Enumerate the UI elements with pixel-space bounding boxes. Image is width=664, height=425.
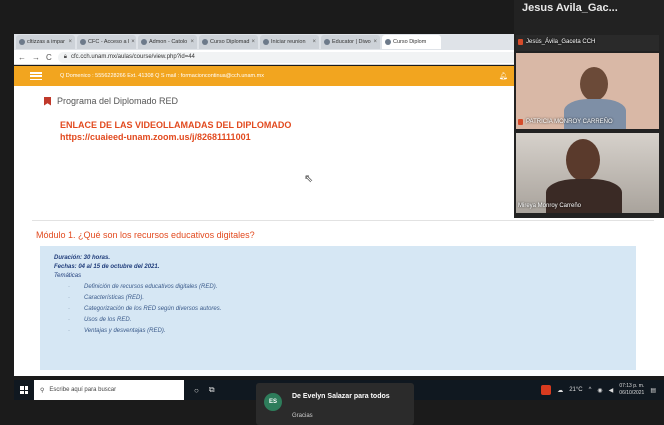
browser-tab[interactable]: CFC - Acceso a l × (77, 35, 136, 49)
tab-label: Curso Diplomad (210, 39, 250, 45)
lock-icon: 🔒︎ (63, 53, 67, 60)
topics-label: Temáticas (54, 273, 82, 279)
tab-label: Iniciar reunion (271, 39, 306, 45)
pdf-app-icon[interactable] (541, 385, 552, 395)
start-button[interactable] (14, 380, 34, 400)
browser-tab[interactable]: Educator | Diwo × (321, 35, 380, 49)
topic-item: Definición de recursos educativos digita… (54, 282, 622, 293)
tab-label: CFC - Acceso a l (88, 39, 130, 45)
chat-message: Gracias (292, 413, 313, 419)
duration-text: Duración: 30 horas. (54, 255, 111, 261)
notification-bell-icon[interactable]: 🔔︎ (499, 72, 508, 80)
temperature-text: 21°C (569, 387, 583, 393)
weather-icon[interactable]: ☁ (557, 387, 563, 394)
menu-icon[interactable] (30, 72, 42, 80)
tab-label: cltizzas a impar (27, 39, 65, 45)
tab-favicon-icon (141, 39, 147, 45)
mic-muted-icon (518, 119, 523, 125)
module-info-box: Duración: 30 horas. Fechas: 04 al 15 de … (40, 246, 636, 370)
system-tray: ☁ 21°C ^ ◉ ◀ 07:13 p. m. 06/10/2021 ▤ (533, 383, 656, 397)
host-name: Jesus Avila_Gac... (522, 2, 618, 14)
url-text: cfc.cch.unam.mx/aulas/course/view.php?id… (70, 54, 195, 60)
participant-label: Jesús_Ávila_Gaceta CCH (518, 39, 595, 45)
video-tile[interactable]: PATRICIA MONROY CARREÑO (516, 53, 659, 129)
program-link[interactable]: Programa del Diplomado RED (44, 96, 178, 106)
tab-favicon-icon (202, 39, 208, 45)
contact-info: Q Domenico : 5556228266 Ext. 41308 Q S m… (60, 73, 264, 79)
reload-icon[interactable]: C (46, 53, 52, 62)
participant-video (566, 139, 600, 181)
close-icon[interactable]: × (68, 39, 72, 45)
section-divider (32, 220, 654, 221)
participant-name: Mireya Monroy Carreño (518, 203, 582, 209)
module-title: Módulo 1. ¿Qué son los recursos educativ… (36, 230, 255, 240)
chat-sender: De Evelyn Salazar para todos (292, 393, 390, 400)
topic-item: Ventajas y desventajas (RED). (54, 326, 622, 337)
clock[interactable]: 07:13 p. m. 06/10/2021 (619, 383, 644, 397)
tray-chevron-icon[interactable]: ^ (589, 387, 592, 393)
participant-label: Mireya Monroy Carreño (518, 203, 581, 209)
close-icon[interactable]: × (131, 39, 135, 45)
site-header: Q Domenico : 5556228266 Ext. 41308 Q S m… (14, 66, 534, 86)
topic-item: Usos de los RED. (54, 315, 622, 326)
close-icon[interactable]: × (251, 39, 255, 45)
screen: cltizzas a impar × CFC - Acceso a l × Admo… (0, 0, 664, 425)
close-icon[interactable]: × (312, 39, 316, 45)
topic-item: Categorización de los RED según diversos… (54, 304, 622, 315)
clock-time: 07:13 p. m. (619, 383, 645, 389)
tab-favicon-icon (80, 39, 86, 45)
participant-name: Jesús_Ávila_Gaceta CCH (526, 39, 596, 45)
notifications-icon[interactable]: ▤ (650, 387, 656, 394)
videocall-link[interactable]: https://cuaieed-unam.zoom.us/j/826811110… (60, 132, 251, 142)
wifi-icon[interactable]: ◉ (597, 387, 602, 394)
mouse-cursor-icon: ⇖ (304, 173, 314, 185)
video-tile[interactable]: Mireya Monroy Carreño (516, 133, 659, 213)
topic-item: Características (RED). (54, 293, 622, 304)
bookmark-icon (44, 96, 51, 106)
cortana-icon[interactable]: ○ (194, 386, 199, 395)
tab-favicon-icon (385, 39, 391, 45)
taskbar-search[interactable]: ⚲ Escribe aquí para buscar (34, 380, 184, 400)
tab-label: Educator | Diwo (332, 39, 371, 45)
mic-muted-icon (518, 39, 523, 45)
browser-tab[interactable]: Iniciar reunion × (260, 35, 319, 49)
program-label: Programa del Diplomado RED (57, 96, 179, 106)
close-icon[interactable]: × (373, 39, 377, 45)
browser-tab[interactable]: Admon - Catolo × (138, 35, 197, 49)
browser-tab[interactable]: cltizzas a impar × (16, 35, 75, 49)
browser-tab[interactable]: Curso Diplomad × (199, 35, 258, 49)
volume-icon[interactable]: ◀ (609, 387, 614, 394)
videocall-heading: ENLACE DE LAS VIDEOLLAMADAS DEL DIPLOMAD… (60, 120, 292, 130)
windows-logo-icon (20, 386, 28, 394)
forward-arrow-icon[interactable]: → (32, 53, 40, 62)
avatar: ES (264, 393, 282, 411)
chat-notification[interactable]: ES De Evelyn Salazar para todos Gracias (256, 383, 414, 425)
back-arrow-icon[interactable]: ← (18, 53, 26, 62)
search-icon: ⚲ (40, 387, 45, 394)
tab-favicon-icon (19, 39, 25, 45)
close-icon[interactable]: × (190, 39, 194, 45)
tab-favicon-icon (324, 39, 330, 45)
tab-label: Curso Diplom (393, 39, 427, 45)
video-panel: Jesus Avila_Gac... Jesús_Ávila_Gaceta CC… (514, 0, 664, 218)
participant-name: PATRICIA MONROY CARREÑO (526, 119, 613, 125)
tab-label: Admon - Catolo (149, 39, 188, 45)
browser-tab-bar: cltizzas a impar × CFC - Acceso a l × Admo… (14, 34, 534, 50)
browser-tab-active[interactable]: Curso Diplom (382, 35, 441, 49)
clock-date: 06/10/2021 (619, 390, 645, 396)
participant-label: PATRICIA MONROY CARREÑO (518, 119, 613, 125)
url-field[interactable]: 🔒︎ cfc.cch.unam.mx/aulas/course/view.php?… (57, 51, 534, 63)
task-view-icon[interactable]: ⧉ (209, 385, 215, 395)
topics-list: Definición de recursos educativos digita… (54, 282, 622, 337)
video-tile[interactable]: Jesús_Ávila_Gaceta CCH (516, 35, 659, 51)
search-placeholder: Escribe aquí para buscar (49, 387, 117, 393)
tab-favicon-icon (263, 39, 269, 45)
participant-video (580, 67, 608, 101)
dates-text: Fechas: 04 al 15 de octubre del 2021. (54, 264, 160, 270)
address-bar: ← → C 🔒︎ cfc.cch.unam.mx/aulas/course/vie… (14, 50, 534, 65)
